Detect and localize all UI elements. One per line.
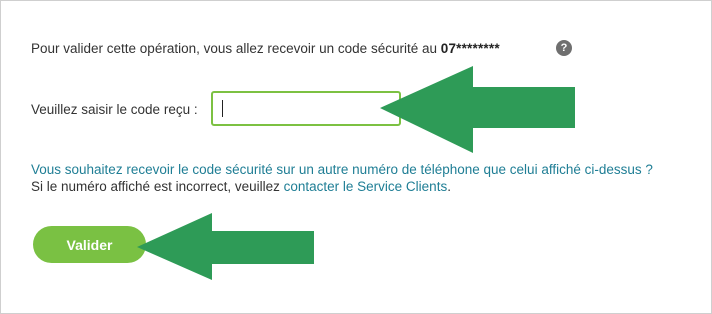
incorrect-number-line: Si le numéro affiché est incorrect, veui…	[31, 179, 451, 194]
verification-info: Pour valider cette opération, vous allez…	[31, 41, 500, 56]
text-cursor	[222, 100, 223, 117]
security-code-input[interactable]	[211, 91, 401, 126]
masked-phone-number: 07********	[440, 41, 500, 56]
validate-button[interactable]: Valider	[33, 226, 146, 263]
incorrect-number-text: Si le numéro affiché est incorrect, veui…	[31, 179, 284, 194]
code-field-label: Veuillez saisir le code reçu :	[31, 102, 198, 117]
left-arrow-icon	[380, 66, 575, 153]
incorrect-number-suffix: .	[447, 179, 451, 194]
question-mark-icon[interactable]: ?	[556, 40, 572, 56]
info-text: Pour valider cette opération, vous allez…	[31, 41, 441, 56]
other-number-link[interactable]: Vous souhaitez recevoir le code sécurité…	[31, 162, 653, 177]
contact-service-link[interactable]: contacter le Service Clients	[284, 179, 448, 194]
left-arrow-icon	[137, 213, 314, 280]
